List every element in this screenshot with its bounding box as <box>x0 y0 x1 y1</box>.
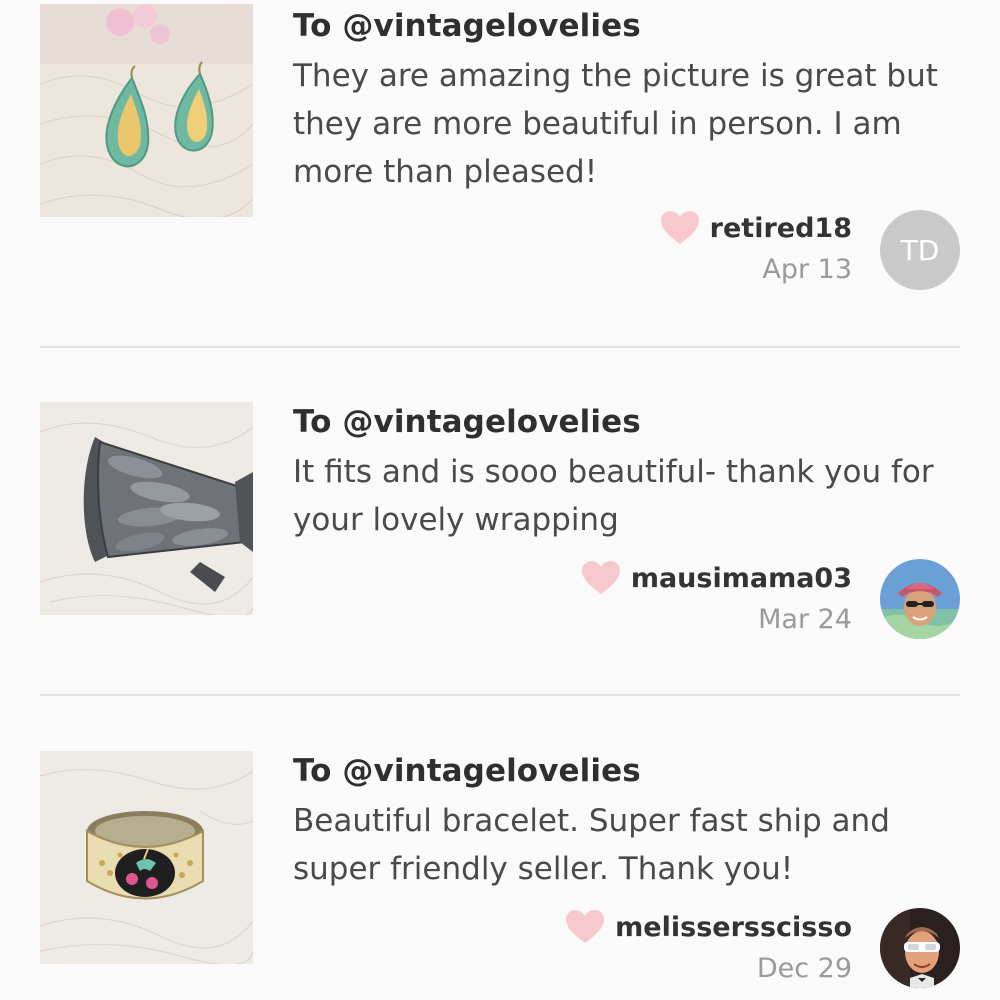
earrings-image <box>40 4 253 217</box>
review-meta: melissersscisso Dec 29 <box>565 909 852 984</box>
reviewer-avatar[interactable]: TD <box>880 210 960 290</box>
review-date: Apr 13 <box>762 254 852 285</box>
review-recipient[interactable]: To @vintagelovelies <box>293 8 641 44</box>
heart-icon[interactable] <box>581 560 621 596</box>
reviewer-username[interactable]: retired18 <box>710 213 852 244</box>
cuff-bracelet-image <box>40 402 253 615</box>
divider <box>40 346 960 348</box>
product-thumbnail[interactable] <box>40 402 253 615</box>
product-thumbnail[interactable] <box>40 751 253 964</box>
reviewer-row: mausimama03 <box>581 560 852 596</box>
review-recipient[interactable]: To @vintagelovelies <box>293 753 641 789</box>
reviewer-row: retired18 <box>660 210 852 246</box>
avatar-photo <box>880 908 960 988</box>
review-meta: retired18 Apr 13 <box>660 210 852 285</box>
review-comment: They are amazing the picture is great bu… <box>293 58 938 190</box>
divider <box>40 694 960 696</box>
review-date: Mar 24 <box>758 604 852 635</box>
review-recipient[interactable]: To @vintagelovelies <box>293 404 641 440</box>
reviewer-username[interactable]: mausimama03 <box>631 563 852 594</box>
avatar-initials: TD <box>900 233 940 267</box>
reviewer-avatar[interactable] <box>880 559 960 639</box>
review-comment: Beautiful bracelet. Super fast ship and … <box>293 803 890 887</box>
bangle-image <box>40 751 253 964</box>
reviewer-username[interactable]: melissersscisso <box>615 912 852 943</box>
heart-icon[interactable] <box>565 909 605 945</box>
review-meta: mausimama03 Mar 24 <box>581 560 852 635</box>
review-comment: It fits and is sooo beautiful- thank you… <box>293 454 934 538</box>
product-thumbnail[interactable] <box>40 4 253 217</box>
reviewer-avatar[interactable] <box>880 908 960 988</box>
avatar-photo <box>880 559 960 639</box>
heart-icon[interactable] <box>660 210 700 246</box>
reviewer-row: melissersscisso <box>565 909 852 945</box>
review-feed: To @vintagelovelies They are amazing the… <box>0 0 1000 1000</box>
review-date: Dec 29 <box>756 953 852 984</box>
